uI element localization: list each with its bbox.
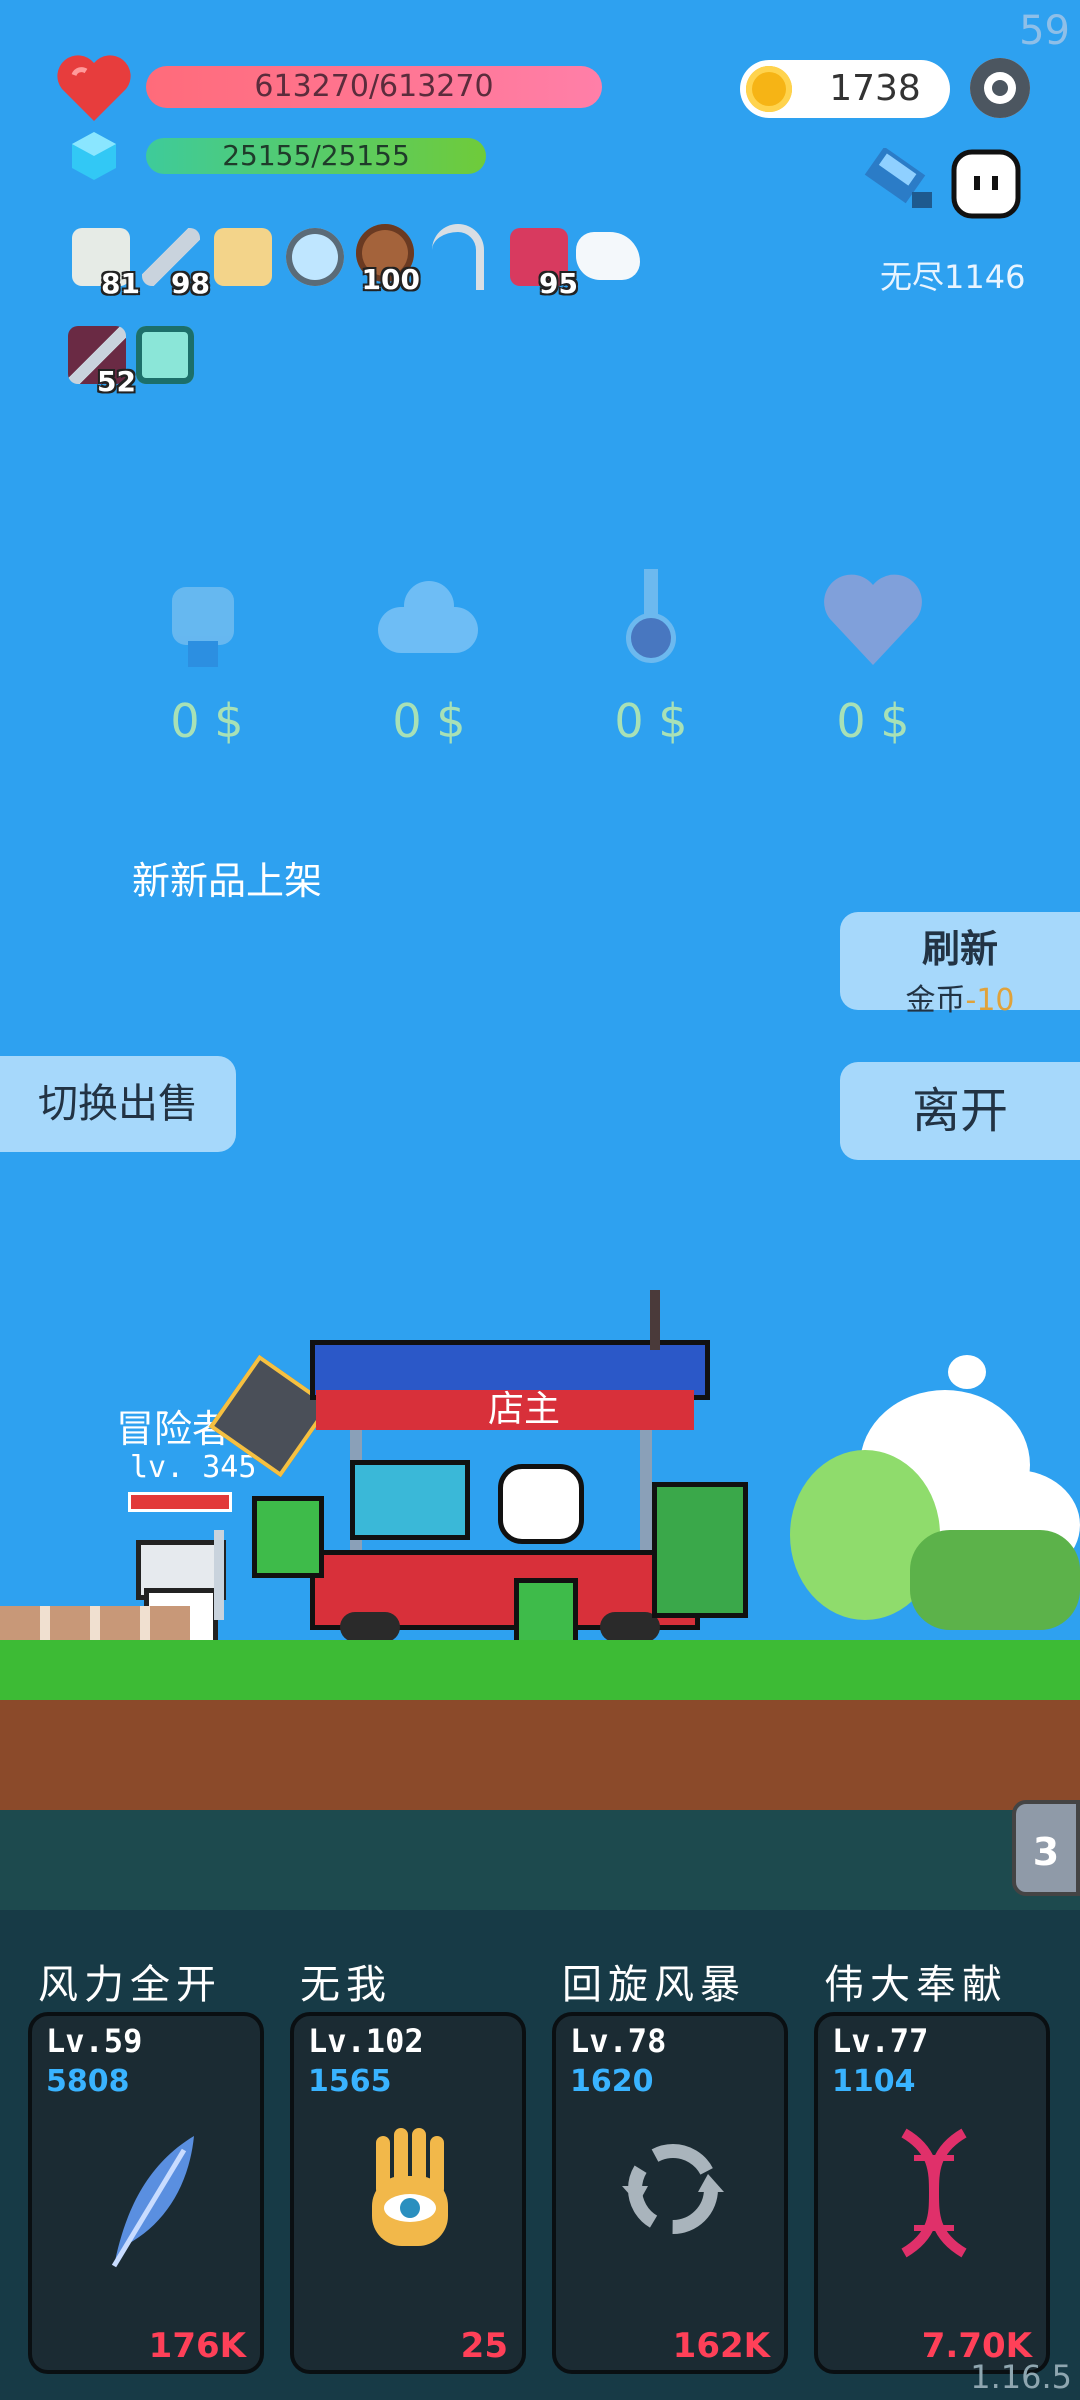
light-card-icon[interactable] xyxy=(136,326,194,384)
heart-icon[interactable] xyxy=(818,565,928,675)
item-count: 81 xyxy=(101,267,140,300)
skill-card[interactable]: Lv.78 1620 162K xyxy=(552,2012,788,2374)
adventurer-hp-bar xyxy=(128,1492,232,1512)
skill-name: 回旋风暴 xyxy=(562,1962,746,2008)
mp-text: 25155/25155 xyxy=(222,139,410,172)
fist-icon[interactable] xyxy=(152,565,262,675)
scroll-icon[interactable]: 52 xyxy=(68,326,136,398)
cloud-icon[interactable] xyxy=(374,565,484,675)
switch-sell-button[interactable]: 切换出售 xyxy=(0,1056,236,1152)
hp-bar: 613270/613270 xyxy=(146,66,602,108)
mp-bar: 25155/25155 xyxy=(146,138,486,174)
shopkeeper-label: 店主 xyxy=(488,1389,561,1430)
green-book-sprite xyxy=(252,1496,324,1578)
skill-name: 无我 xyxy=(300,1962,392,2008)
coin-icon xyxy=(746,66,792,112)
skill-cost: 25 xyxy=(460,2326,508,2366)
sword-icon[interactable]: 98 xyxy=(142,228,210,300)
green-robot-sprite xyxy=(652,1482,748,1618)
endless-mode-label: 无尽1146 xyxy=(880,258,1026,296)
shopkeeper-sprite[interactable] xyxy=(498,1464,584,1544)
shop-item-price: 0 $ xyxy=(170,694,244,748)
skill-value: 5808 xyxy=(46,2064,130,2099)
skill-cost: 162K xyxy=(672,2326,770,2366)
heart-icon xyxy=(57,55,131,121)
item-count: 98 xyxy=(171,267,210,300)
shop-item-price: 0 $ xyxy=(392,694,466,748)
skill-card[interactable]: Lv.77 1104 7.70K xyxy=(814,2012,1050,2374)
leave-button[interactable]: 离开 xyxy=(840,1062,1080,1160)
refresh-button[interactable]: 刷新 金币-10 xyxy=(840,912,1080,1018)
coin-counter: 1738 xyxy=(740,60,950,118)
shop-item-price: 0 $ xyxy=(836,694,910,748)
refresh-cost-prefix: 金币 xyxy=(905,983,966,1018)
hook-icon[interactable] xyxy=(432,224,484,290)
skill-name: 伟大奉献 xyxy=(824,1962,1008,2008)
small-cloud xyxy=(948,1355,986,1389)
skill-card[interactable]: Lv.59 5808 176K xyxy=(28,2012,264,2374)
item-count: 100 xyxy=(361,263,420,296)
dirt-ground xyxy=(0,1700,1080,1810)
refresh-cost: -10 xyxy=(965,983,1015,1018)
magnifier-icon[interactable] xyxy=(286,228,344,286)
scenery-clouds-trees xyxy=(790,1370,1080,1650)
skill-value: 1620 xyxy=(570,2064,654,2099)
skill-level: Lv.59 xyxy=(46,2022,143,2060)
wing-icon[interactable] xyxy=(576,232,640,280)
jam-jar-icon[interactable]: 95 xyxy=(510,228,578,300)
water-strip xyxy=(0,1810,1080,1910)
settings-gear-icon[interactable] xyxy=(970,58,1030,118)
skill-card[interactable]: Lv.102 1565 25 xyxy=(290,2012,526,2374)
side-tab-badge[interactable]: 3 xyxy=(1012,1800,1080,1896)
grass-ground xyxy=(0,1640,1080,1700)
item-count: 52 xyxy=(97,365,136,398)
fps-counter: 59 xyxy=(1019,8,1070,54)
skill-value: 1565 xyxy=(308,2064,392,2099)
dna-icon xyxy=(901,2128,967,2258)
skill-level: Lv.77 xyxy=(832,2022,929,2060)
hp-text: 613270/613270 xyxy=(254,69,494,104)
feather-icon xyxy=(111,2136,194,2268)
potion-icon[interactable] xyxy=(596,565,706,675)
adventurer-level: lv. 345 xyxy=(130,1450,257,1485)
skill-name: 风力全开 xyxy=(38,1962,222,2008)
refresh-label: 刷新 xyxy=(921,927,998,971)
skill-cost: 176K xyxy=(148,2326,246,2366)
cycle-icon xyxy=(622,2144,724,2234)
item-count: 95 xyxy=(539,267,578,300)
new-items-label: 新新品上架 xyxy=(132,859,323,903)
coin-amount: 1738 xyxy=(829,68,921,109)
flower-icon[interactable]: 81 xyxy=(72,228,140,300)
diamond-icon xyxy=(72,132,116,180)
skill-value: 1104 xyxy=(832,2064,916,2099)
fence xyxy=(0,1606,190,1642)
eye-hand-icon xyxy=(372,2128,448,2246)
skill-level: Lv.102 xyxy=(308,2022,424,2060)
shield-icon[interactable]: 100 xyxy=(356,224,420,296)
shop-item-price: 0 $ xyxy=(614,694,688,748)
ghost-avatar-icon[interactable] xyxy=(946,146,1026,222)
map-icon[interactable] xyxy=(214,228,272,286)
skill-level: Lv.78 xyxy=(570,2022,667,2060)
fish-icon[interactable] xyxy=(862,148,942,218)
version-label: 1.16.5 xyxy=(970,2358,1072,2396)
